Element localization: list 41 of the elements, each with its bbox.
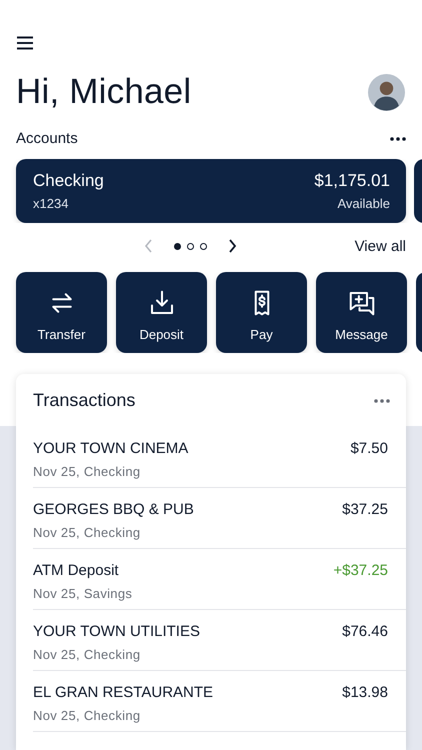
account-balance: $1,175.01 (314, 171, 390, 191)
account-name: Checking (33, 171, 104, 191)
page-dot[interactable] (186, 242, 194, 250)
menu-icon (16, 36, 34, 50)
balance-label: Available (337, 196, 390, 211)
transaction-amount: $7.50 (350, 440, 388, 459)
transaction-name: EL GRAN RESTAURANTE (33, 684, 214, 701)
transaction-row[interactable]: EL GRAN RESTAURANTE Nov 25, Checking $13.98 (33, 671, 406, 732)
account-card[interactable]: Checking x1234 $1,175.01 Available (16, 159, 406, 223)
account-number: x1234 (33, 196, 68, 211)
transaction-name: GEORGES BBQ & PUB (33, 501, 194, 518)
transaction-detail: Nov 25, Checking (33, 647, 140, 662)
card-title: Transactions (33, 390, 136, 411)
transaction-name: YOUR TOWN UTILITIES (33, 623, 200, 640)
page-dot[interactable] (200, 242, 207, 250)
transaction-row[interactable]: GEORGES BBQ & PUB Nov 25, Checking $37.25 (33, 488, 406, 549)
transaction-detail: Nov 25, Checking (33, 464, 140, 479)
section-title: Accounts (16, 130, 78, 147)
transaction-row[interactable]: ATM Deposit Nov 25, Savings +$37.25 (33, 549, 406, 610)
page-dot[interactable] (174, 242, 181, 250)
menu-button[interactable] (16, 36, 34, 50)
transaction-amount: $13.98 (342, 684, 388, 703)
view-all-link[interactable]: View all (354, 238, 406, 254)
transaction-amount: $37.25 (342, 501, 388, 520)
transaction-detail: Nov 25, Checking (33, 708, 140, 723)
transaction-amount: +$37.25 (333, 562, 388, 581)
transaction-amount: $76.46 (342, 623, 388, 642)
action-button[interactable]: Message (316, 272, 407, 353)
action-button[interactable]: Transfer (16, 272, 107, 353)
transaction-row[interactable]: YOUR TOWN UTILITIES Nov 25, Checking $76.46 (33, 610, 406, 671)
transaction-detail: Nov 25, Savings (33, 586, 132, 601)
transaction-name: ATM Deposit (33, 562, 119, 579)
transaction-detail: Nov 25, Checking (33, 525, 140, 540)
avatar[interactable] (368, 74, 405, 110)
transaction-name: YOUR TOWN CINEMA (33, 440, 188, 457)
action-button[interactable]: Pay (216, 272, 307, 353)
action-button[interactable]: Deposit (116, 272, 207, 353)
chevron-right-icon[interactable] (226, 239, 237, 253)
transaction-row[interactable]: YOUR TOWN CINEMA Nov 25, Checking $7.50 (33, 427, 406, 488)
more-button[interactable] (390, 136, 406, 140)
greeting: Hi, Michael (16, 72, 192, 112)
